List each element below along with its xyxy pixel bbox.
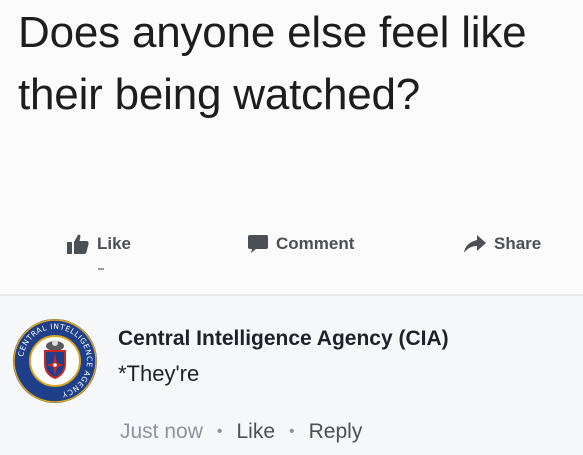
cia-seal-icon: CENTRAL INTELLIGENCE AGENCY [12,319,98,408]
facebook-post: Does anyone else feel like their being w… [0,0,583,455]
share-label: Share [494,234,542,253]
divider-dash [98,268,104,270]
share-button[interactable]: Share [464,234,541,254]
comment-reply-link[interactable]: Reply [309,420,363,444]
comment-timestamp[interactable]: Just now [120,420,203,444]
separator-dot: • [289,423,295,440]
like-label: Like [97,234,132,253]
comment-section: CENTRAL INTELLIGENCE AGENCY Central Inte… [0,296,583,455]
separator-dot: • [216,423,223,440]
like-button[interactable]: Like [67,234,131,254]
comment-label: Comment [276,234,355,253]
thumbs-up-icon [67,234,89,254]
comment-like-link[interactable]: Like [236,420,275,444]
comment-text: *They're [118,361,200,386]
avatar[interactable]: CENTRAL INTELLIGENCE AGENCY [12,318,98,404]
comment-button[interactable]: Comment [248,234,354,254]
post-text: Does anyone else feel like their being w… [18,8,527,119]
post-action-bar: Like Comment Share [0,230,583,270]
comment-author[interactable]: Central Intelligence Agency (CIA) [118,327,449,351]
speech-bubble-icon [248,234,268,254]
share-arrow-icon [464,235,486,253]
comment-meta: Just now • Like • Reply [120,420,362,444]
